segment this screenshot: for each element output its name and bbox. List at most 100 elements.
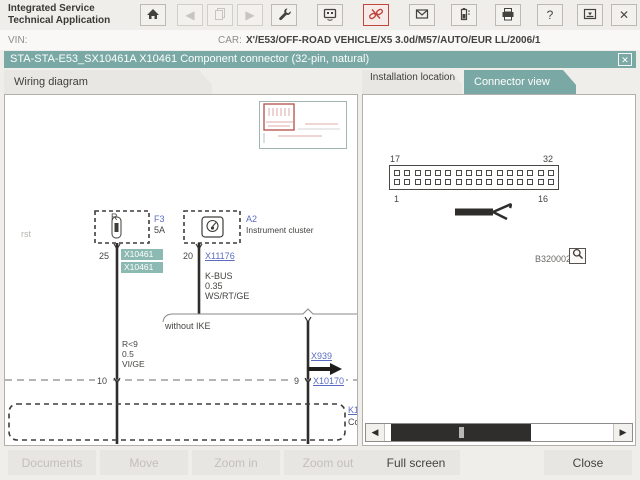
printer-icon [500,6,516,25]
connector-pin [517,170,523,176]
horizontal-scrollbar[interactable]: ◀ ▶ [365,423,633,442]
wrench-icon [276,6,292,25]
connector-pin [507,170,513,176]
thumbnail-minimap [260,102,346,148]
mail-icon [414,6,430,25]
scrollbar-thumb[interactable] [391,424,531,441]
wire-label: WS/RT/GE [205,291,249,301]
close-button-label: Close [573,456,604,470]
magnifier-icon [572,247,584,265]
fuse-rating: 5A [154,225,165,235]
tab-connector-view-label: Connector view [474,76,550,88]
scroll-left-icon: ◀ [372,427,379,438]
highlighted-connector-tag[interactable]: X10461 [121,262,163,273]
scroll-right-button[interactable]: ▶ [613,424,632,441]
full-screen-button-label: Full screen [387,456,446,470]
dialog-close-button[interactable]: ✕ [618,53,632,66]
workshop-button[interactable] [271,4,297,26]
close-button[interactable]: Close [544,450,632,475]
pin-corner-label-32: 32 [543,154,553,164]
mail-button[interactable] [409,4,435,26]
connector-pin [466,170,472,176]
connection-alert-button[interactable] [363,4,389,26]
full-screen-button[interactable]: Full screen [372,450,460,475]
app-title-line1: Integrated Service [8,3,110,15]
home-button[interactable] [140,4,166,26]
connector-pin [425,179,431,185]
forward-arrow-icon: ▶ [245,8,254,22]
connector-pin [394,170,400,176]
minimize-window-button[interactable] [577,4,603,26]
fuse-designator: R [111,212,118,222]
copy-document-icon [212,6,228,25]
connector-pin [538,179,544,185]
tab-connector-view[interactable]: Connector view [464,70,576,94]
fuse-link[interactable]: F3 [154,214,165,224]
print-button[interactable] [495,4,521,26]
zoom-image-button[interactable] [569,248,586,264]
component-label-clipped: Con [348,417,358,427]
dialog-title: STA-STA-E53_SX10461A X10461 Component co… [10,53,369,65]
battery-icon [456,6,472,25]
ista-application-window: Integrated Service Technical Application… [0,0,640,480]
back-button[interactable]: ◀ [177,4,203,26]
connector-pin [527,179,533,185]
move-button[interactable]: Move [100,450,188,475]
wire-label: VI/GE [122,359,145,369]
wire-label: R<9 [122,339,138,349]
minimize-window-icon [582,6,598,25]
connector-pin [425,170,431,176]
connector-pin [415,170,421,176]
image-id-label: B320002 [535,254,571,264]
zoom-in-button[interactable]: Zoom in [192,450,280,475]
tab-wiring-diagram-label: Wiring diagram [14,76,88,88]
cluster-link[interactable]: A2 [246,214,257,224]
close-app-button[interactable]: ✕ [611,4,637,26]
tab-wiring-diagram[interactable]: Wiring diagram [4,70,212,94]
close-icon: ✕ [619,8,629,22]
cluster-pin-number: 20 [183,251,193,261]
zoom-out-button[interactable]: Zoom out [284,450,372,475]
connector-pin [497,170,503,176]
scroll-right-icon: ▶ [620,427,627,438]
branch-condition-label: without IKE [165,321,211,331]
connector-pin [435,179,441,185]
scrollbar-grip [459,427,464,438]
highlighted-connector-tag[interactable]: X10461 [121,249,163,260]
connector-link-x10170[interactable]: X10170 [311,376,346,386]
back-arrow-icon: ◀ [185,8,194,22]
forward-button[interactable]: ▶ [237,4,263,26]
tab-installation-location[interactable]: Installation location [362,70,462,94]
connector-pin [445,170,451,176]
app-title-line2: Technical Application [8,15,110,27]
pin-number-10: 10 [95,376,109,386]
wiring-diagram-panel[interactable]: rst R F3 5A 25 X10461 X10461 A2 Instrume… [4,94,358,446]
connector-link-x11176[interactable]: X11176 [205,251,235,261]
diagram-overview-thumbnail[interactable] [259,101,347,149]
documents-button-label: Documents [22,456,83,470]
zoom-in-button-label: Zoom in [214,456,257,470]
battery-button[interactable] [451,4,477,26]
car-value: X'/E53/OFF-ROAD VEHICLE/X5 3.0d/M57/AUTO… [246,35,541,46]
help-icon: ? [547,8,554,22]
connector-link-x939[interactable]: X939 [311,351,332,361]
help-button[interactable]: ? [537,4,563,26]
component-link-k15[interactable]: K15 [348,405,358,415]
copy-document-button[interactable] [207,4,233,26]
connector-pin [486,170,492,176]
pin-corner-label-16: 16 [538,194,548,204]
home-icon [145,6,161,25]
connector-pin [476,179,482,185]
documents-button[interactable]: Documents [8,450,96,475]
dialog-close-icon: ✕ [621,55,629,65]
fuse-pin-number: 25 [99,251,109,261]
hands-on-display-icon [322,6,338,25]
display-button[interactable] [317,4,343,26]
dialog-title-bar: STA-STA-E53_SX10461A X10461 Component co… [4,51,636,68]
wire-label: 0.35 [205,281,223,291]
scroll-left-button[interactable]: ◀ [366,424,385,441]
connector-pin [435,170,441,176]
scrollbar-track[interactable] [385,424,613,441]
move-button-label: Move [129,456,158,470]
connector-pin [476,170,482,176]
